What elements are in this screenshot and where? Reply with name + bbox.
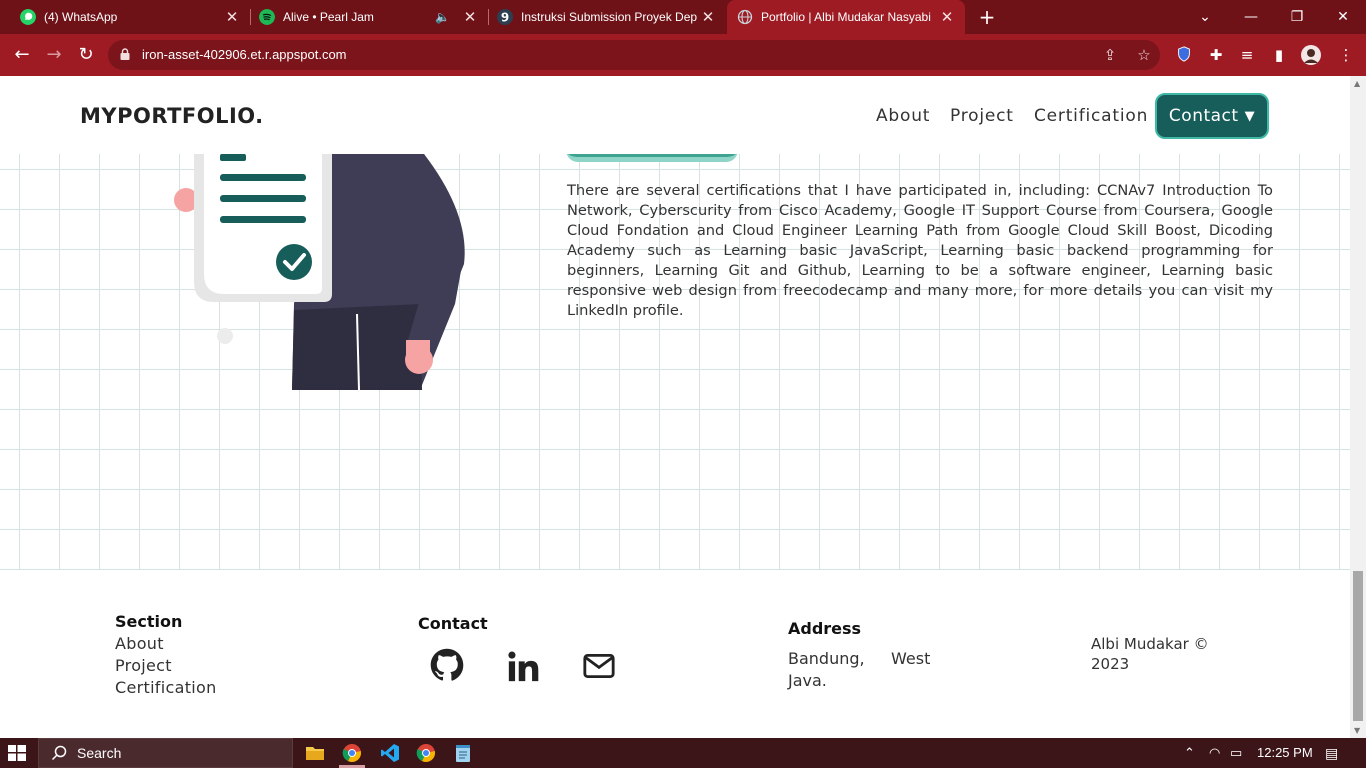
footer-section-heading: Section bbox=[115, 612, 183, 631]
browser-tab-strip: (4) WhatsApp ✕ Alive • Pearl Jam 🔈 ✕ 9 I… bbox=[0, 0, 1366, 34]
close-tab-icon[interactable]: ✕ bbox=[700, 8, 716, 26]
tab-search-icon[interactable]: ⌄ bbox=[1182, 0, 1228, 34]
contact-dropdown-button[interactable]: Contact ▼ bbox=[1155, 93, 1269, 139]
tab-portfolio[interactable]: Portfolio | Albi Mudakar Nasyabi ✕ bbox=[727, 0, 965, 34]
nav-certification[interactable]: Certification bbox=[1034, 106, 1148, 126]
restore-icon[interactable]: ❐ bbox=[1274, 0, 1320, 34]
forward-icon[interactable]: → bbox=[42, 43, 66, 67]
tab-label: (4) WhatsApp bbox=[44, 10, 118, 24]
tray-chevron-icon[interactable]: ⌃ bbox=[1184, 745, 1195, 761]
battery-icon[interactable]: ▭ bbox=[1230, 745, 1242, 761]
file-explorer-icon[interactable] bbox=[305, 743, 325, 763]
windows-start-icon[interactable] bbox=[8, 745, 26, 761]
nav-about[interactable]: About bbox=[876, 106, 930, 126]
page-scrollbar[interactable]: ▲ ▼ bbox=[1350, 76, 1366, 738]
reload-icon[interactable]: ↻ bbox=[74, 43, 98, 67]
certification-description: There are several certifications that I … bbox=[567, 182, 1273, 319]
tab-whatsapp[interactable]: (4) WhatsApp ✕ bbox=[0, 0, 250, 34]
svg-text:9: 9 bbox=[501, 11, 509, 25]
footer-link-project[interactable]: Project bbox=[115, 656, 172, 675]
copyright-year: 2023 bbox=[1091, 655, 1130, 673]
close-window-icon[interactable]: ✕ bbox=[1320, 0, 1366, 34]
search-label: Search bbox=[77, 745, 122, 761]
linkedin-icon[interactable] bbox=[506, 650, 540, 684]
footer-link-about[interactable]: About bbox=[115, 634, 164, 653]
spotify-icon bbox=[259, 9, 275, 25]
tab-label: Instruksi Submission Proyek Dep bbox=[521, 10, 698, 24]
new-tab-button[interactable]: + bbox=[976, 6, 998, 28]
windows-taskbar: Search ⌃ ◠ ▭ 12:25 PM ▤ bbox=[0, 738, 1366, 768]
page-viewport: There are several certifications that I … bbox=[0, 76, 1350, 738]
footer-contact-heading: Contact bbox=[418, 614, 488, 633]
site-footer: Section About Project Certification Cont… bbox=[0, 570, 1350, 738]
search-icon bbox=[51, 745, 67, 761]
taskbar-search-box[interactable]: Search bbox=[38, 738, 293, 768]
share-icon[interactable]: ⇪ bbox=[1100, 45, 1120, 65]
site-logo[interactable]: MYPORTFOLIO. bbox=[80, 104, 264, 128]
close-tab-icon[interactable]: ✕ bbox=[224, 8, 240, 26]
extension-shield-icon[interactable] bbox=[1174, 45, 1194, 65]
browser-toolbar: ← → ↻ iron-asset-402906.et.r.appspot.com… bbox=[0, 34, 1366, 76]
address-bar[interactable]: iron-asset-402906.et.r.appspot.com ⇪ ☆ bbox=[108, 40, 1160, 70]
chrome-menu-icon[interactable]: ⋮ bbox=[1336, 45, 1356, 65]
dicoding-icon: 9 bbox=[497, 9, 513, 25]
footer-address-heading: Address bbox=[788, 619, 862, 638]
vscode-icon[interactable] bbox=[380, 743, 400, 763]
tab-spotify[interactable]: Alive • Pearl Jam 🔈 ✕ bbox=[251, 0, 488, 34]
contact-button-label: Contact bbox=[1168, 106, 1239, 126]
audio-playing-icon[interactable]: 🔈 bbox=[435, 10, 450, 24]
lock-icon bbox=[120, 48, 130, 60]
url-text: iron-asset-402906.et.r.appspot.com bbox=[142, 47, 347, 62]
close-tab-icon[interactable]: ✕ bbox=[462, 8, 478, 26]
scroll-up-arrow-icon[interactable]: ▲ bbox=[1354, 79, 1360, 88]
site-header: MYPORTFOLIO. About Project Certification… bbox=[0, 76, 1350, 154]
close-tab-icon[interactable]: ✕ bbox=[939, 8, 955, 26]
notifications-icon[interactable]: ▤ bbox=[1325, 745, 1338, 762]
profile-avatar-icon[interactable] bbox=[1301, 45, 1321, 65]
notepad-icon[interactable] bbox=[453, 743, 473, 763]
extensions-puzzle-icon[interactable]: ✚ bbox=[1206, 45, 1226, 65]
chrome-profile-icon[interactable] bbox=[416, 743, 436, 763]
scroll-down-arrow-icon[interactable]: ▼ bbox=[1354, 726, 1360, 735]
bookmark-star-icon[interactable]: ☆ bbox=[1134, 45, 1154, 65]
copyright-name: Albi Mudakar © bbox=[1091, 635, 1209, 653]
address-region: West bbox=[891, 649, 931, 668]
footer-link-certification[interactable]: Certification bbox=[115, 678, 217, 697]
caret-down-icon: ▼ bbox=[1244, 108, 1256, 124]
whatsapp-icon bbox=[20, 9, 36, 25]
nav-project[interactable]: Project bbox=[950, 106, 1014, 126]
tab-dicoding[interactable]: 9 Instruksi Submission Proyek Dep ✕ bbox=[489, 0, 726, 34]
address-province: Java. bbox=[788, 671, 827, 690]
minimize-icon[interactable]: — bbox=[1228, 0, 1274, 34]
tab-label: Portfolio | Albi Mudakar Nasyabi bbox=[761, 10, 931, 24]
media-queue-icon[interactable]: ≡ bbox=[1237, 45, 1257, 65]
clock-time[interactable]: 12:25 PM bbox=[1257, 745, 1313, 760]
mail-icon[interactable] bbox=[582, 649, 616, 683]
side-panel-icon[interactable]: ▮ bbox=[1269, 45, 1289, 65]
wifi-icon[interactable]: ◠ bbox=[1209, 745, 1220, 761]
github-icon[interactable] bbox=[430, 648, 464, 682]
globe-icon bbox=[737, 9, 753, 25]
scrollbar-thumb[interactable] bbox=[1353, 571, 1363, 721]
tab-label: Alive • Pearl Jam bbox=[283, 10, 374, 24]
address-city: Bandung, bbox=[788, 649, 865, 668]
certificate-person-illustration bbox=[174, 154, 465, 390]
back-icon[interactable]: ← bbox=[10, 43, 34, 67]
chrome-taskbar-icon[interactable] bbox=[342, 743, 362, 763]
